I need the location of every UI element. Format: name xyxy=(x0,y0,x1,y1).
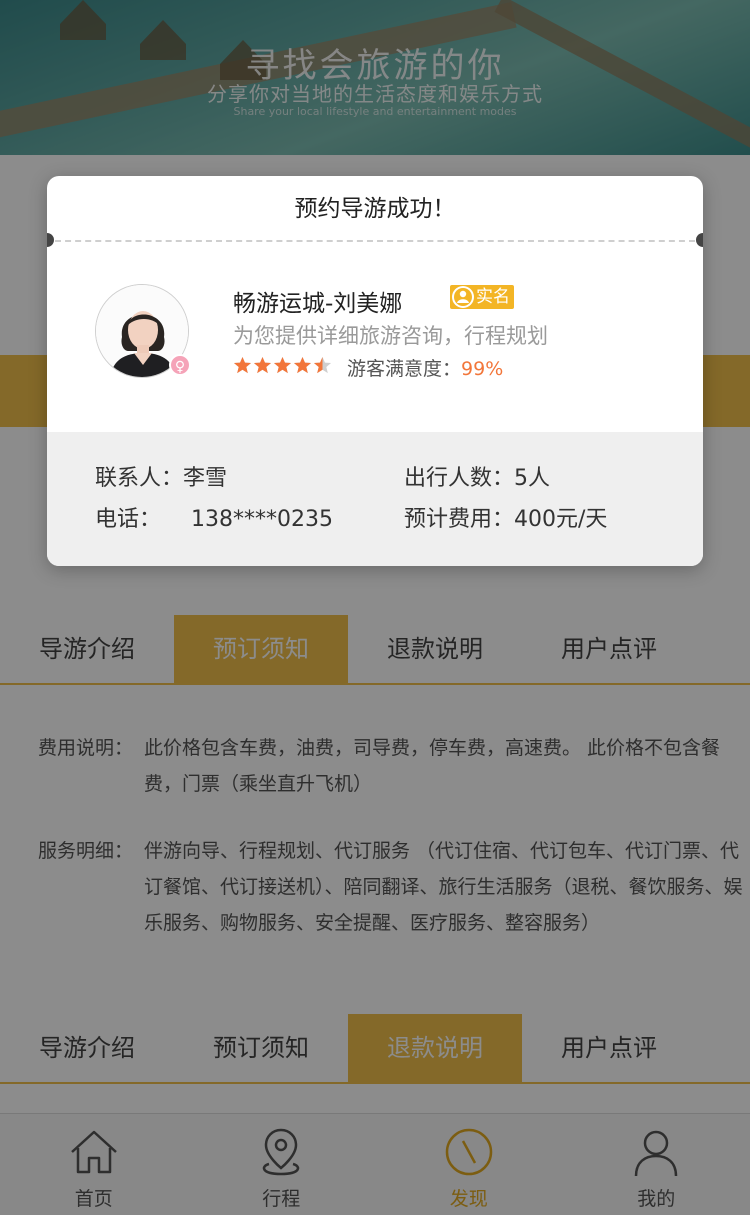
contact-value: 李雪 xyxy=(183,466,228,491)
cost-info: 预计费用：400元/天 xyxy=(404,501,607,533)
dialog-title: 预约导游成功！ xyxy=(294,196,456,222)
guide-card: ♀ 畅游运城-刘美娜 实名 为您提供详细旅游咨询，行程规划 游客满意度：99% xyxy=(47,242,703,432)
star-icon xyxy=(253,356,272,374)
contact-label: 联系人： xyxy=(95,466,184,491)
satisfaction-label: 游客满意度： xyxy=(347,358,462,380)
verified-badge-label: 实名 xyxy=(476,287,510,307)
contact-info: 联系人：李雪 xyxy=(95,460,227,492)
rating-stars xyxy=(233,356,333,376)
booking-info: 联系人：李雪 出行人数：5人 电话： 138****0235 预计费用：400元/… xyxy=(47,432,703,566)
star-icon xyxy=(273,356,292,374)
verified-user-icon xyxy=(452,286,474,308)
guide-description: 为您提供详细旅游咨询，行程规划 xyxy=(233,324,548,348)
satisfaction: 游客满意度：99% xyxy=(347,354,503,381)
verified-badge: 实名 xyxy=(450,285,514,309)
star-icon xyxy=(313,356,332,374)
people-label: 出行人数： xyxy=(404,466,515,491)
booking-success-dialog: 预约导游成功！ ♀ 畅游运城-刘美娜 实名 为您提供详细旅游咨询，行程规划 游客… xyxy=(47,176,703,566)
people-info: 出行人数：5人 xyxy=(404,460,550,492)
guide-name: 畅游运城-刘美娜 xyxy=(233,291,403,317)
phone-info: 电话： 138****0235 xyxy=(95,501,333,533)
star-icon xyxy=(233,356,252,374)
female-icon: ♀ xyxy=(169,354,191,376)
phone-label: 电话： xyxy=(95,507,162,532)
cost-label: 预计费用： xyxy=(404,507,515,532)
satisfaction-value: 99% xyxy=(461,358,504,380)
cost-value: 400元/天 xyxy=(514,507,608,532)
people-value: 5人 xyxy=(514,466,551,491)
star-icon xyxy=(293,356,312,374)
phone-value: 138****0235 xyxy=(191,507,333,532)
